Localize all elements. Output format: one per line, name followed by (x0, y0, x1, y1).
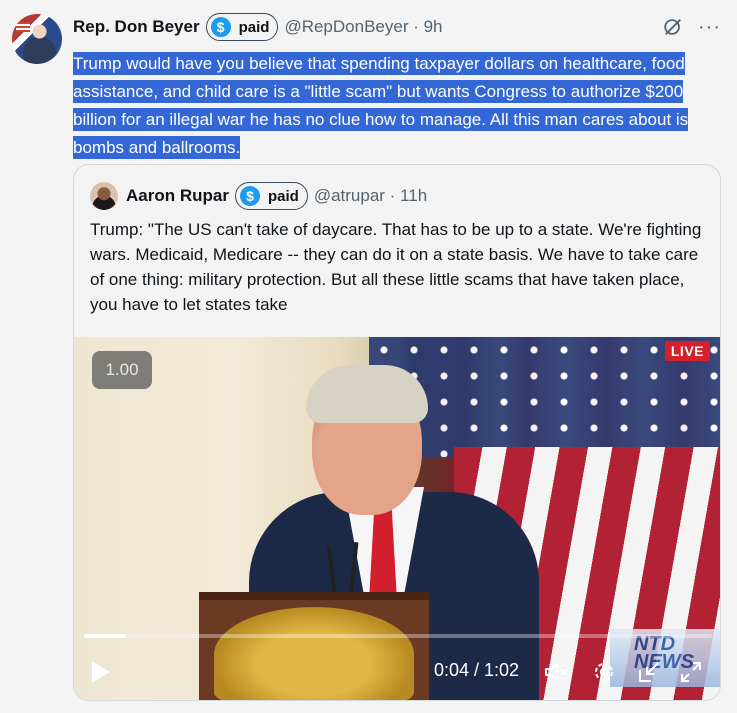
quote-author-name: Aaron Rupar (126, 186, 229, 205)
fullscreen-icon[interactable] (679, 660, 703, 684)
paid-badge[interactable]: $ paid (205, 13, 279, 41)
badge-label: paid (267, 187, 299, 205)
grok-icon[interactable] (662, 16, 684, 38)
badge-label: paid (238, 18, 270, 36)
author-handle-time[interactable]: @RepDonBeyer · 9h (284, 17, 442, 37)
settings-icon[interactable] (592, 660, 616, 684)
mute-icon[interactable] (544, 660, 570, 684)
minimize-icon[interactable] (637, 660, 661, 684)
quote-header: Aaron Rupar $ paid @atrupar · 11h (90, 182, 428, 210)
speaker-hair (306, 365, 428, 423)
quote-handle-time: @atrupar · 11h (313, 186, 428, 205)
time-display: 0:04 / 1:02 (434, 660, 520, 680)
quoted-post[interactable]: Aaron Rupar $ paid @atrupar · 11h Trump:… (73, 164, 721, 701)
more-icon[interactable]: ··· (698, 17, 721, 37)
post-text-highlight: Trump would have you believe that spendi… (73, 52, 689, 159)
play-icon[interactable] (92, 661, 110, 683)
video-controls: 0:04 / 1:02 (74, 652, 720, 692)
post: Rep. Don Beyer $ paid @RepDonBeyer · 9h … (0, 0, 737, 713)
dollar-icon: $ (210, 17, 231, 37)
quote-author-avatar (90, 182, 118, 210)
author-name[interactable]: Rep. Don Beyer (73, 17, 200, 37)
live-badge: LIVE (664, 341, 710, 361)
dollar-icon: $ (239, 186, 260, 206)
video-player[interactable]: 1.00 LIVE NTD NEWS 0:04 / 1:02 (74, 337, 720, 700)
author-avatar[interactable] (12, 14, 62, 64)
quote-paid-badge: $ paid (234, 182, 308, 210)
quote-text: Trump: "The US can't take of daycare. Th… (90, 220, 702, 314)
progress-fill (84, 634, 125, 638)
progress-bar[interactable] (84, 634, 712, 638)
post-header: Rep. Don Beyer $ paid @RepDonBeyer · 9h (73, 13, 443, 41)
playback-speed[interactable]: 1.00 (92, 351, 152, 389)
post-text: Trump would have you believe that spendi… (73, 50, 723, 162)
flag-icon (16, 22, 30, 32)
post-actions: ··· (662, 16, 721, 38)
